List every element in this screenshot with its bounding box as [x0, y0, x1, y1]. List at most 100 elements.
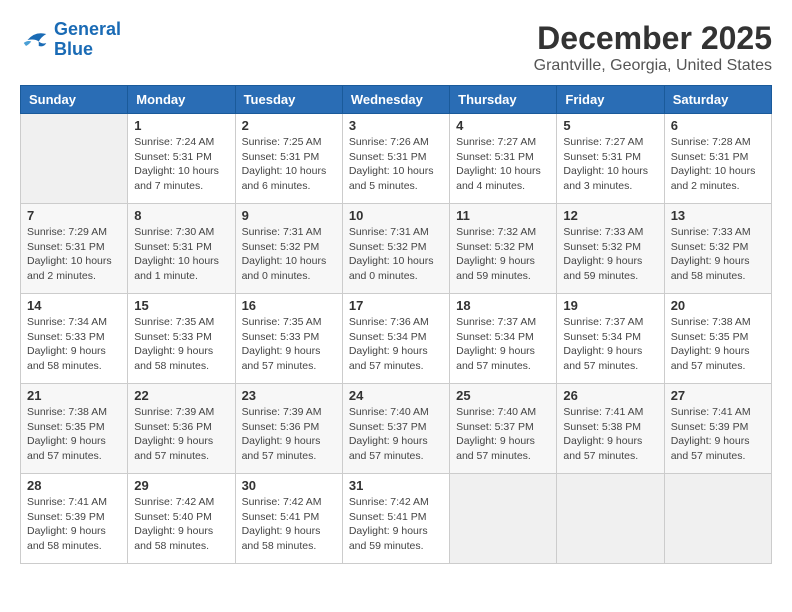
- day-info: Sunrise: 7:32 AM Sunset: 5:32 PM Dayligh…: [456, 225, 550, 284]
- day-info: Sunrise: 7:30 AM Sunset: 5:31 PM Dayligh…: [134, 225, 228, 284]
- day-info: Sunrise: 7:33 AM Sunset: 5:32 PM Dayligh…: [671, 225, 765, 284]
- calendar-cell: 6 Sunrise: 7:28 AM Sunset: 5:31 PM Daylig…: [664, 114, 771, 204]
- day-number: 18: [456, 298, 550, 313]
- calendar-cell: 31Sunrise: 7:42 AM Sunset: 5:41 PM Dayli…: [342, 474, 449, 564]
- column-header-saturday: Saturday: [664, 86, 771, 114]
- calendar-cell: 14 Sunrise: 7:34 AM Sunset: 5:33 PM Dayli…: [21, 294, 128, 384]
- calendar-cell: 25Sunrise: 7:40 AM Sunset: 5:37 PM Dayli…: [450, 384, 557, 474]
- day-number: 5: [563, 118, 657, 133]
- calendar-cell: 16Sunrise: 7:35 AM Sunset: 5:33 PM Dayli…: [235, 294, 342, 384]
- day-info: Sunrise: 7:39 AM Sunset: 5:36 PM Dayligh…: [134, 405, 228, 464]
- calendar-week-5: 28 Sunrise: 7:41 AM Sunset: 5:39 PM Dayli…: [21, 474, 772, 564]
- calendar-cell: 11 Sunrise: 7:32 AM Sunset: 5:32 PM Dayli…: [450, 204, 557, 294]
- logo-text: General Blue: [54, 20, 121, 60]
- day-info: Sunrise: 7:33 AM Sunset: 5:32 PM Dayligh…: [563, 225, 657, 284]
- day-info: Sunrise: 7:31 AM Sunset: 5:32 PM Dayligh…: [242, 225, 336, 284]
- day-number: 9: [242, 208, 336, 223]
- calendar-cell: 27 Sunrise: 7:41 AM Sunset: 5:39 PM Dayli…: [664, 384, 771, 474]
- calendar-cell: 8 Sunrise: 7:30 AM Sunset: 5:31 PM Daylig…: [128, 204, 235, 294]
- calendar: SundayMondayTuesdayWednesdayThursdayFrid…: [20, 85, 772, 564]
- calendar-body: 1Sunrise: 7:24 AM Sunset: 5:31 PM Daylig…: [21, 114, 772, 564]
- day-number: 20: [671, 298, 765, 313]
- day-info: Sunrise: 7:35 AM Sunset: 5:33 PM Dayligh…: [134, 315, 228, 374]
- day-info: Sunrise: 7:25 AM Sunset: 5:31 PM Dayligh…: [242, 135, 336, 194]
- column-header-wednesday: Wednesday: [342, 86, 449, 114]
- day-info: Sunrise: 7:38 AM Sunset: 5:35 PM Dayligh…: [671, 315, 765, 374]
- calendar-cell: [21, 114, 128, 204]
- calendar-cell: 19Sunrise: 7:37 AM Sunset: 5:34 PM Dayli…: [557, 294, 664, 384]
- location-title: Grantville, Georgia, United States: [534, 57, 772, 75]
- day-info: Sunrise: 7:27 AM Sunset: 5:31 PM Dayligh…: [456, 135, 550, 194]
- day-number: 26: [563, 388, 657, 403]
- day-info: Sunrise: 7:41 AM Sunset: 5:38 PM Dayligh…: [563, 405, 657, 464]
- calendar-cell: [664, 474, 771, 564]
- day-number: 21: [27, 388, 121, 403]
- column-header-friday: Friday: [557, 86, 664, 114]
- day-info: Sunrise: 7:41 AM Sunset: 5:39 PM Dayligh…: [671, 405, 765, 464]
- title-area: December 2025 Grantville, Georgia, Unite…: [534, 20, 772, 75]
- day-number: 29: [134, 478, 228, 493]
- day-number: 2: [242, 118, 336, 133]
- day-number: 25: [456, 388, 550, 403]
- day-number: 7: [27, 208, 121, 223]
- calendar-cell: 26 Sunrise: 7:41 AM Sunset: 5:38 PM Dayli…: [557, 384, 664, 474]
- logo-icon: [20, 28, 50, 52]
- day-info: Sunrise: 7:26 AM Sunset: 5:31 PM Dayligh…: [349, 135, 443, 194]
- column-header-tuesday: Tuesday: [235, 86, 342, 114]
- calendar-cell: [557, 474, 664, 564]
- day-number: 14: [27, 298, 121, 313]
- day-number: 22: [134, 388, 228, 403]
- day-number: 28: [27, 478, 121, 493]
- calendar-cell: 18Sunrise: 7:37 AM Sunset: 5:34 PM Dayli…: [450, 294, 557, 384]
- day-number: 8: [134, 208, 228, 223]
- day-number: 23: [242, 388, 336, 403]
- day-number: 13: [671, 208, 765, 223]
- calendar-cell: 20 Sunrise: 7:38 AM Sunset: 5:35 PM Dayli…: [664, 294, 771, 384]
- day-number: 30: [242, 478, 336, 493]
- calendar-cell: 9 Sunrise: 7:31 AM Sunset: 5:32 PM Daylig…: [235, 204, 342, 294]
- day-number: 4: [456, 118, 550, 133]
- day-number: 24: [349, 388, 443, 403]
- calendar-cell: 29 Sunrise: 7:42 AM Sunset: 5:40 PM Dayli…: [128, 474, 235, 564]
- calendar-cell: [450, 474, 557, 564]
- calendar-week-1: 1Sunrise: 7:24 AM Sunset: 5:31 PM Daylig…: [21, 114, 772, 204]
- page-header: General Blue December 2025 Grantville, G…: [20, 20, 772, 75]
- calendar-cell: 15 Sunrise: 7:35 AM Sunset: 5:33 PM Dayli…: [128, 294, 235, 384]
- day-info: Sunrise: 7:41 AM Sunset: 5:39 PM Dayligh…: [27, 495, 121, 554]
- calendar-week-3: 14 Sunrise: 7:34 AM Sunset: 5:33 PM Dayli…: [21, 294, 772, 384]
- day-info: Sunrise: 7:42 AM Sunset: 5:40 PM Dayligh…: [134, 495, 228, 554]
- calendar-cell: 23 Sunrise: 7:39 AM Sunset: 5:36 PM Dayli…: [235, 384, 342, 474]
- day-info: Sunrise: 7:40 AM Sunset: 5:37 PM Dayligh…: [349, 405, 443, 464]
- day-info: Sunrise: 7:34 AM Sunset: 5:33 PM Dayligh…: [27, 315, 121, 374]
- day-number: 15: [134, 298, 228, 313]
- day-number: 27: [671, 388, 765, 403]
- day-number: 12: [563, 208, 657, 223]
- calendar-cell: 2 Sunrise: 7:25 AM Sunset: 5:31 PM Daylig…: [235, 114, 342, 204]
- day-info: Sunrise: 7:28 AM Sunset: 5:31 PM Dayligh…: [671, 135, 765, 194]
- day-info: Sunrise: 7:39 AM Sunset: 5:36 PM Dayligh…: [242, 405, 336, 464]
- day-number: 3: [349, 118, 443, 133]
- calendar-cell: 28 Sunrise: 7:41 AM Sunset: 5:39 PM Dayli…: [21, 474, 128, 564]
- day-info: Sunrise: 7:27 AM Sunset: 5:31 PM Dayligh…: [563, 135, 657, 194]
- day-info: Sunrise: 7:31 AM Sunset: 5:32 PM Dayligh…: [349, 225, 443, 284]
- day-info: Sunrise: 7:29 AM Sunset: 5:31 PM Dayligh…: [27, 225, 121, 284]
- column-header-thursday: Thursday: [450, 86, 557, 114]
- calendar-cell: 1Sunrise: 7:24 AM Sunset: 5:31 PM Daylig…: [128, 114, 235, 204]
- calendar-cell: 17Sunrise: 7:36 AM Sunset: 5:34 PM Dayli…: [342, 294, 449, 384]
- logo: General Blue: [20, 20, 121, 60]
- day-number: 16: [242, 298, 336, 313]
- calendar-cell: 3 Sunrise: 7:26 AM Sunset: 5:31 PM Daylig…: [342, 114, 449, 204]
- day-info: Sunrise: 7:37 AM Sunset: 5:34 PM Dayligh…: [563, 315, 657, 374]
- day-number: 1: [134, 118, 228, 133]
- day-number: 17: [349, 298, 443, 313]
- calendar-cell: 13 Sunrise: 7:33 AM Sunset: 5:32 PM Dayli…: [664, 204, 771, 294]
- day-number: 11: [456, 208, 550, 223]
- day-info: Sunrise: 7:42 AM Sunset: 5:41 PM Dayligh…: [349, 495, 443, 554]
- day-info: Sunrise: 7:42 AM Sunset: 5:41 PM Dayligh…: [242, 495, 336, 554]
- day-number: 6: [671, 118, 765, 133]
- day-number: 10: [349, 208, 443, 223]
- month-title: December 2025: [534, 20, 772, 57]
- calendar-cell: 4 Sunrise: 7:27 AM Sunset: 5:31 PM Daylig…: [450, 114, 557, 204]
- calendar-cell: 5 Sunrise: 7:27 AM Sunset: 5:31 PM Daylig…: [557, 114, 664, 204]
- column-header-monday: Monday: [128, 86, 235, 114]
